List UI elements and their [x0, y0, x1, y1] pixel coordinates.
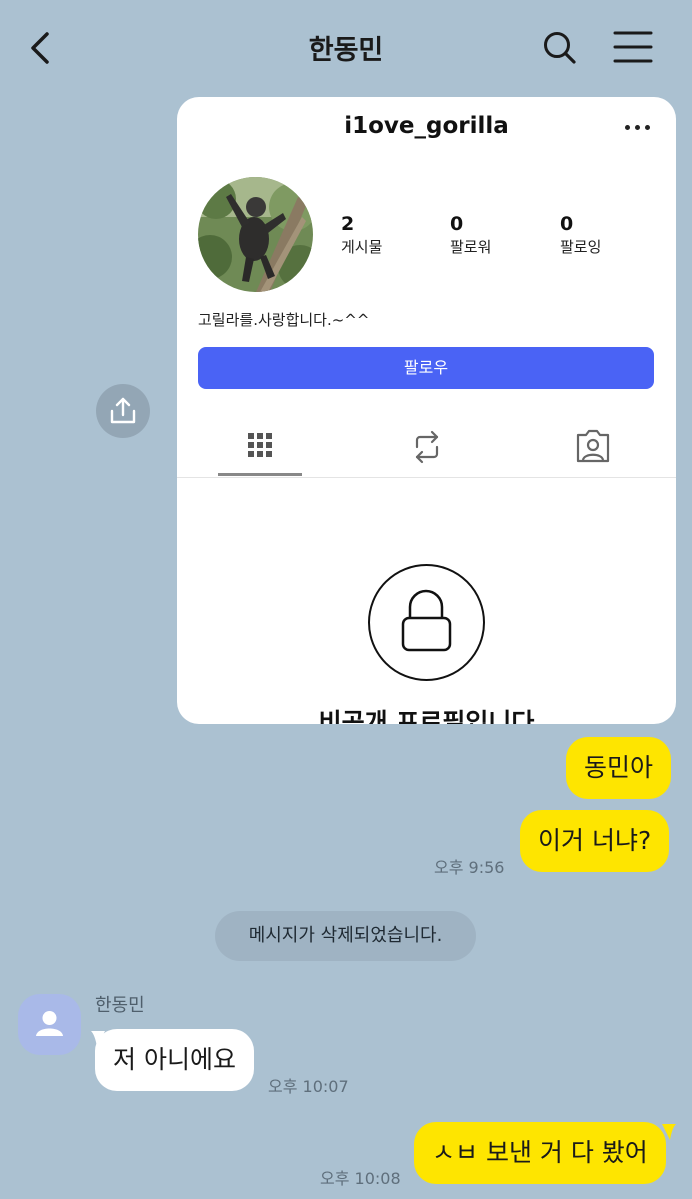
tab-reposts[interactable]: [385, 423, 469, 475]
search-icon: [544, 32, 576, 64]
chat-title: 한동민: [308, 35, 384, 66]
lock-icon: [401, 589, 452, 652]
share-upload-icon: [110, 397, 136, 424]
active-tab-indicator: [218, 473, 302, 476]
search-button[interactable]: [540, 28, 580, 68]
stat-following-count: 0: [560, 213, 574, 235]
bubble-tail: [662, 1124, 676, 1140]
hamburger-menu-icon: [613, 31, 653, 63]
private-profile-text: 비공개 프로필입니다: [318, 708, 535, 724]
stat-posts[interactable]: 2 게시물: [341, 213, 382, 257]
chat-header: 한동민: [0, 0, 692, 92]
stat-following-label: 팔로잉: [560, 238, 602, 256]
stat-following[interactable]: 0 팔로잉: [560, 213, 601, 257]
message-timestamp: 오후 10:08: [320, 1169, 401, 1188]
chat-screen: 한동민 i1ove_gorilla 2 게시물 0 팔로워 0 팔로잉 고릴라를…: [0, 0, 692, 1199]
message-timestamp: 오후 9:56: [434, 858, 505, 877]
repost-icon: [415, 430, 439, 464]
tab-divider: [177, 477, 676, 478]
sender-name: 한동민: [95, 995, 145, 1016]
profile-username: i1ove_gorilla: [344, 113, 509, 139]
share-button[interactable]: [96, 384, 150, 438]
stat-followers-count: 0: [450, 213, 464, 235]
stat-followers-label: 팔로워: [450, 238, 492, 256]
message-bubble-other[interactable]: 저 아니에요: [95, 1029, 254, 1091]
default-profile-icon: [36, 1011, 63, 1036]
profile-avatar: [198, 177, 313, 292]
stat-followers[interactable]: 0 팔로워: [450, 213, 491, 257]
more-options-icon: [623, 115, 653, 139]
tagged-person-icon: [576, 429, 610, 463]
stat-posts-count: 2: [341, 213, 355, 235]
profile-bio: 고릴라를.사랑합니다.~^^: [198, 311, 370, 329]
stat-posts-label: 게시물: [341, 238, 383, 256]
grid-icon: [248, 433, 272, 457]
menu-button[interactable]: [612, 28, 654, 66]
system-notice: 메시지가 삭제되었습니다.: [215, 911, 476, 961]
follow-button[interactable]: 팔로우: [198, 347, 654, 389]
message-timestamp: 오후 10:07: [268, 1077, 349, 1096]
tab-grid[interactable]: [218, 423, 302, 475]
chevron-left-icon: [31, 32, 49, 64]
private-lock-badge: [368, 564, 485, 681]
message-bubble-mine[interactable]: 이거 너냐?: [520, 810, 670, 872]
gorilla-photo: [198, 177, 313, 292]
sender-avatar[interactable]: [18, 994, 81, 1055]
back-button[interactable]: [24, 26, 60, 70]
shared-image-message[interactable]: i1ove_gorilla 2 게시물 0 팔로워 0 팔로잉 고릴라를.사랑합…: [177, 97, 676, 724]
message-bubble-mine[interactable]: 동민아: [566, 737, 672, 799]
tab-tagged[interactable]: [551, 423, 635, 475]
message-bubble-mine[interactable]: ㅅㅂ 보낸 거 다 봤어: [414, 1122, 666, 1184]
